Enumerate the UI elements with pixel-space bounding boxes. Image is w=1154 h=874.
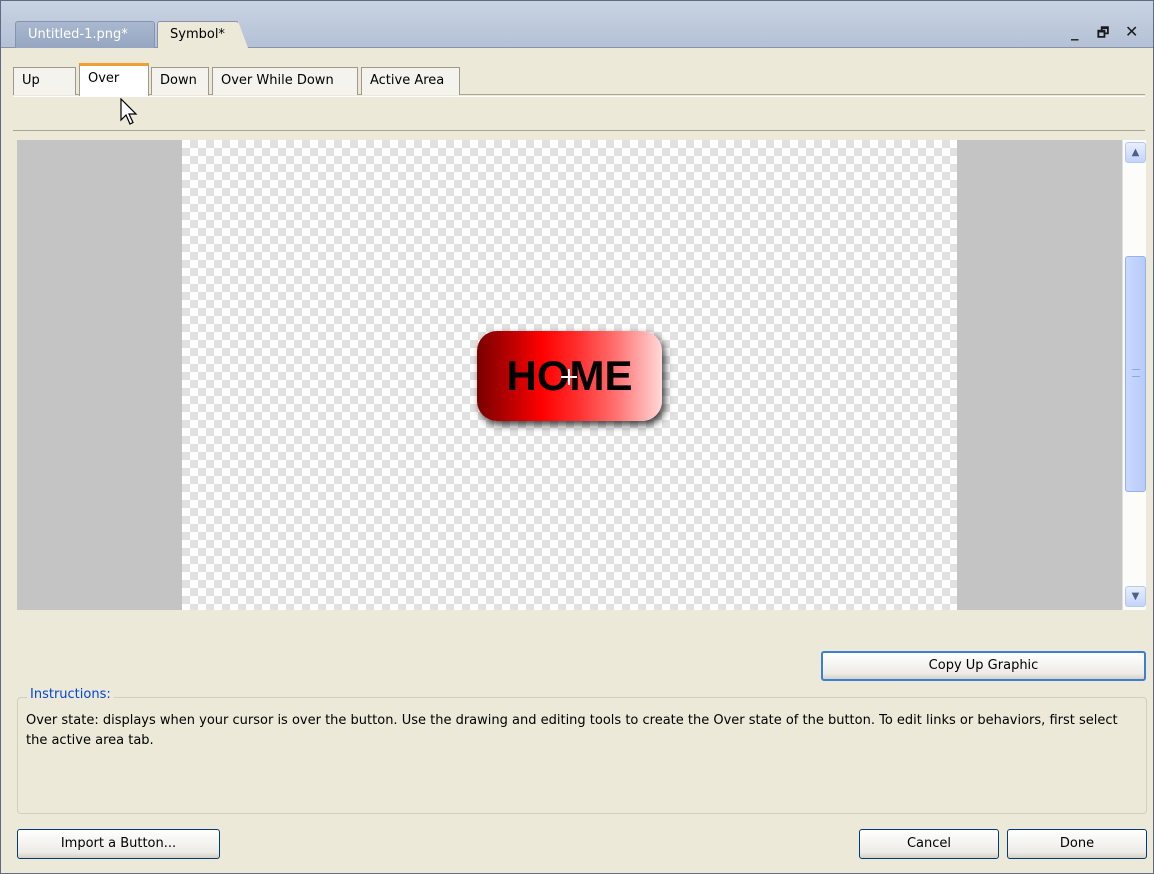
symbol-editor-window: Untitled-1.png* Symbol* _ 🗗 ✕ Up Over Do… — [0, 0, 1154, 874]
minimize-icon[interactable]: _ — [1071, 23, 1079, 41]
import-button[interactable]: Import a Button... — [17, 829, 220, 859]
copy-up-graphic-button[interactable]: Copy Up Graphic — [821, 651, 1146, 681]
tab-over[interactable]: Over — [79, 63, 149, 96]
toolbar-strip — [13, 96, 1145, 131]
scroll-up-button[interactable]: ▲ — [1125, 142, 1146, 163]
crosshair-icon — [561, 369, 577, 385]
done-button[interactable]: Done — [1007, 829, 1147, 859]
state-tab-bar: Up Over Down Over While Down Active Area — [13, 61, 1145, 96]
tab-down[interactable]: Down — [151, 67, 209, 95]
mouse-pointer-icon — [120, 98, 138, 125]
scroll-grip-icon — [1132, 369, 1140, 377]
tab-active-area[interactable]: Active Area — [361, 67, 460, 95]
instructions-text: Over state: displays when your cursor is… — [26, 713, 1118, 748]
vertical-scrollbar[interactable]: ▲ ▼ — [1122, 140, 1146, 610]
instructions-title: Instructions: — [27, 687, 114, 702]
scroll-down-button[interactable]: ▼ — [1125, 586, 1146, 607]
restore-icon[interactable]: 🗗 — [1097, 24, 1109, 46]
cancel-button[interactable]: Cancel — [859, 829, 999, 859]
tab-over-while-down[interactable]: Over While Down — [212, 67, 358, 95]
scroll-thumb[interactable] — [1125, 256, 1146, 492]
close-icon[interactable]: ✕ — [1125, 22, 1138, 41]
document-tab-strip: Untitled-1.png* Symbol* _ 🗗 ✕ — [1, 1, 1153, 48]
tab-up[interactable]: Up — [13, 67, 76, 95]
canvas-area[interactable]: HOME — [17, 140, 1122, 610]
doc-tab-symbol[interactable]: Symbol* — [157, 21, 248, 48]
doc-tab-untitled[interactable]: Untitled-1.png* — [15, 21, 155, 48]
